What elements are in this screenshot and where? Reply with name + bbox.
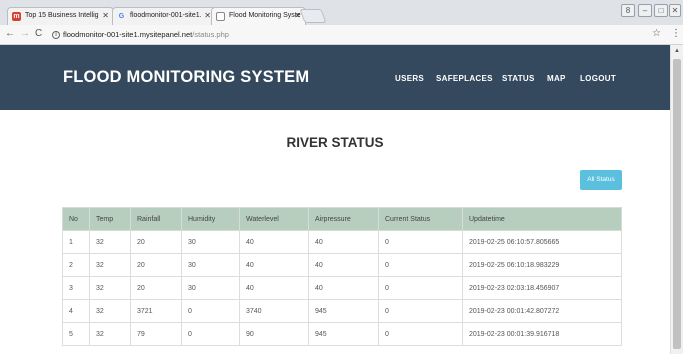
table-cell: 3	[62, 276, 90, 300]
table-cell: 3721	[130, 299, 182, 323]
tab-title: Top 15 Business Intellig	[25, 12, 99, 19]
nav-users[interactable]: USERS	[395, 74, 424, 83]
maximize-icon[interactable]: □	[654, 4, 668, 17]
table-cell: 32	[89, 230, 131, 254]
table-cell: 0	[378, 253, 463, 277]
table-row: 1 32 20 30 40 40 0 2019-02-25 06:10:57.8…	[62, 230, 622, 254]
column-header: Updatetime	[462, 207, 622, 231]
table-cell: 0	[181, 299, 240, 323]
nav-safeplaces[interactable]: SAFEPLACES	[436, 74, 493, 83]
site-brand[interactable]: FLOOD MONITORING SYSTEM	[63, 68, 309, 87]
table-cell: 40	[239, 276, 309, 300]
all-status-button[interactable]: All Status	[580, 170, 622, 190]
table-cell: 30	[181, 253, 240, 277]
column-header: Humidity	[181, 207, 240, 231]
browser-tab-1[interactable]: m Top 15 Business Intellig ✕	[7, 7, 114, 25]
table-cell: 2019-02-25 06:10:18.983229	[462, 253, 622, 277]
page-favicon-icon	[216, 12, 225, 21]
tab-title: floodmonitor-001-site1.	[130, 12, 202, 19]
table-cell: 20	[130, 276, 182, 300]
table-cell: 79	[130, 322, 182, 346]
column-header: Airpressure	[308, 207, 379, 231]
close-icon[interactable]: ✕	[102, 11, 109, 20]
brand-favicon-icon: m	[12, 12, 21, 21]
table-row: 5 32 79 0 90 945 0 2019-02-23 00:01:39.9…	[62, 322, 622, 346]
page-title: RIVER STATUS	[286, 135, 384, 150]
browser-tab-bar: m Top 15 Business Intellig ✕ G floodmoni…	[0, 0, 683, 25]
table-cell: 0	[378, 230, 463, 254]
address-bar: ← → C i floodmonitor-001-site1.mysitepane…	[0, 25, 683, 45]
table-header-row: No Temp Rainfall Humidity Waterlevel Air…	[62, 207, 622, 231]
table-row: 2 32 20 30 40 40 0 2019-02-25 06:10:18.9…	[62, 253, 622, 277]
table-cell: 30	[181, 230, 240, 254]
bookmark-star-icon[interactable]: ☆	[652, 28, 661, 39]
column-header: No	[62, 207, 90, 231]
table-cell: 945	[308, 322, 379, 346]
table-cell: 0	[181, 322, 240, 346]
back-icon[interactable]: ←	[5, 28, 15, 39]
table-cell: 0	[378, 322, 463, 346]
table-cell: 30	[181, 276, 240, 300]
table-cell: 32	[89, 253, 131, 277]
scroll-up-icon[interactable]: ▲	[674, 48, 680, 54]
table-cell: 1	[62, 230, 90, 254]
table-cell: 32	[89, 276, 131, 300]
reload-icon[interactable]: C	[35, 28, 42, 39]
table-cell: 945	[308, 299, 379, 323]
url-field[interactable]: i floodmonitor-001-site1.mysitepanel.net/…	[52, 28, 644, 42]
page-scrollbar[interactable]: ▲	[670, 45, 683, 354]
forward-icon[interactable]: →	[20, 28, 30, 39]
table-cell: 3740	[239, 299, 309, 323]
url-path: /status.php	[192, 30, 229, 39]
table-row: 3 32 20 30 40 40 0 2019-02-23 02:03:18.4…	[62, 276, 622, 300]
nav-map[interactable]: MAP	[547, 74, 566, 83]
table-cell: 2019-02-23 02:03:18.456907	[462, 276, 622, 300]
window-close-icon[interactable]: ✕	[669, 4, 681, 17]
nav-status[interactable]: STATUS	[502, 74, 535, 83]
table-cell: 40	[308, 230, 379, 254]
table-cell: 20	[130, 230, 182, 254]
google-favicon-icon: G	[118, 13, 125, 20]
column-header: Rainfall	[130, 207, 182, 231]
scroll-thumb[interactable]	[673, 59, 681, 349]
column-header: Current Status	[378, 207, 463, 231]
table-cell: 32	[89, 299, 131, 323]
url-domain: floodmonitor-001-site1.mysitepanel.net	[63, 30, 193, 39]
new-tab-button[interactable]	[299, 9, 327, 23]
column-header: Temp	[89, 207, 131, 231]
info-icon[interactable]: i	[52, 31, 60, 40]
table-cell: 32	[89, 322, 131, 346]
table-cell: 4	[62, 299, 90, 323]
table-cell: 2019-02-23 00:01:42.807272	[462, 299, 622, 323]
river-status-table: No Temp Rainfall Humidity Waterlevel Air…	[62, 207, 622, 346]
table-cell: 2019-02-23 00:01:39.916718	[462, 322, 622, 346]
browser-tab-2[interactable]: G floodmonitor-001-site1. ✕	[112, 7, 216, 25]
tab-title: Flood Monitoring Syste	[229, 12, 301, 19]
browser-menu-icon[interactable]: ⋮	[671, 28, 681, 39]
minimize-icon[interactable]: –	[638, 4, 652, 17]
table-cell: 40	[239, 253, 309, 277]
browser-tab-3[interactable]: Flood Monitoring Syste ✕	[211, 7, 306, 25]
column-header: Waterlevel	[239, 207, 309, 231]
table-cell: 0	[378, 299, 463, 323]
table-cell: 40	[239, 230, 309, 254]
table-cell: 40	[308, 276, 379, 300]
table-cell: 2	[62, 253, 90, 277]
table-row: 4 32 3721 0 3740 945 0 2019-02-23 00:01:…	[62, 299, 622, 323]
table-cell: 40	[308, 253, 379, 277]
table-cell: 5	[62, 322, 90, 346]
nav-logout[interactable]: LOGOUT	[580, 74, 616, 83]
table-cell: 20	[130, 253, 182, 277]
site-navbar: FLOOD MONITORING SYSTEM USERS SAFEPLACES…	[0, 45, 670, 110]
close-icon[interactable]: ✕	[204, 11, 211, 20]
table-cell: 0	[378, 276, 463, 300]
table-cell: 2019-02-25 06:10:57.805665	[462, 230, 622, 254]
table-cell: 90	[239, 322, 309, 346]
user-profile-icon[interactable]: 8	[621, 4, 635, 17]
